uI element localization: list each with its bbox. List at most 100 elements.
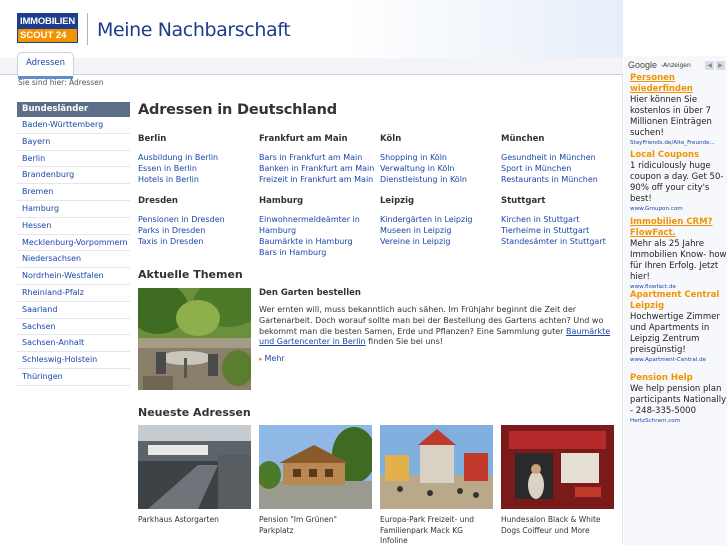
ad-item[interactable]: Personen wiederfinden Hier können Sie ko…	[630, 73, 727, 148]
ad-item[interactable]: Local Coupons 1 ridiculously huge coupon…	[630, 150, 727, 214]
sidebar-item-sachsen[interactable]: Sachsen	[17, 319, 130, 336]
sidebar-item-sachsen-anhalt[interactable]: Sachsen-Anhalt	[17, 335, 130, 353]
city-link[interactable]: Restaurants in München	[501, 174, 621, 185]
sidebar-item-rheinland-pfalz[interactable]: Rheinland-Pfalz	[17, 285, 130, 302]
city-link[interactable]: Tierheime in Stuttgart	[501, 225, 621, 236]
main-column: IMMOBILIEN SCOUT 24 Meine Nachbarschaft …	[0, 0, 623, 545]
sidebar-item-schleswig-holstein[interactable]: Schleswig-Holstein	[17, 352, 130, 369]
ad-text: 1 ridiculously huge coupon a day. Get 50…	[630, 161, 724, 204]
ad-title[interactable]: Apartment Central Leipzig	[630, 290, 727, 312]
header: IMMOBILIEN SCOUT 24 Meine Nachbarschaft	[0, 0, 623, 58]
ad-item[interactable]: Apartment Central Leipzig Hochwertige Zi…	[630, 290, 727, 365]
city-link[interactable]: Verwaltung in Köln	[380, 163, 500, 174]
logo-divider	[87, 13, 88, 45]
ad-header: Google -Anzeigen ◀ ▶	[628, 60, 727, 72]
ad-url[interactable]: HertzSchram.com	[630, 417, 727, 426]
newest-section-title: Neueste Adressen	[138, 406, 251, 419]
city-link[interactable]: Standesämter in Stuttgart	[501, 236, 621, 247]
address-caption[interactable]: Europa-Park Freizeit- und Familienpark M…	[380, 515, 493, 545]
ad-title[interactable]: Pension Help	[630, 373, 727, 384]
city-link[interactable]: Vereine in Leipzig	[380, 236, 500, 247]
city-block-hamburg: Hamburg Einwohnermeldeämter in Hamburg B…	[259, 196, 371, 258]
sidebar-item-bayern[interactable]: Bayern	[17, 134, 130, 151]
city-block-frankfurt: Frankfurt am Main Bars in Frankfurt am M…	[259, 134, 379, 185]
ad-item[interactable]: Immobilien CRM? FlowFact. Mehr als 25 Ja…	[630, 217, 727, 292]
city-block-berlin: Berlin Ausbildung in Berlin Essen in Ber…	[138, 134, 258, 185]
ad-title[interactable]: Local Coupons	[630, 150, 727, 161]
sidebar-item-mecklenburg-vorpommern[interactable]: Mecklenburg-Vorpommern	[17, 235, 130, 252]
ads-prev-button[interactable]: ◀	[705, 61, 714, 70]
city-link[interactable]: Sport in München	[501, 163, 621, 174]
dog-salon-photo[interactable]	[501, 425, 614, 509]
city-link[interactable]: Museen in Leipzig	[380, 225, 500, 236]
city-name: Stuttgart	[501, 196, 546, 206]
city-name: Frankfurt am Main	[259, 134, 348, 144]
city-link[interactable]: Hotels in Berlin	[138, 174, 258, 185]
sidebar-item-saarland[interactable]: Saarland	[17, 302, 130, 319]
pension-photo[interactable]	[259, 425, 372, 509]
city-link[interactable]: Bars in Hamburg	[259, 247, 371, 258]
city-link[interactable]: Ausbildung in Berlin	[138, 152, 258, 163]
city-name: Leipzig	[380, 196, 415, 206]
city-link[interactable]: Banken in Frankfurt am Main	[259, 163, 379, 174]
sidebar-item-bremen[interactable]: Bremen	[17, 184, 130, 201]
address-caption[interactable]: Pension "Im Grünen" Parkplatz	[259, 515, 372, 536]
ad-title[interactable]: Personen wiederfinden	[630, 73, 727, 95]
address-card[interactable]: Parkhaus Astorgarten	[138, 425, 251, 526]
theme-article: Den Garten bestellen Wer ernten will, mu…	[259, 288, 619, 363]
site-title[interactable]: Meine Nachbarschaft	[97, 19, 291, 41]
breadcrumb: Sie sind hier: Adressen	[18, 78, 104, 87]
sidebar-item-brandenburg[interactable]: Brandenburg	[17, 167, 130, 185]
main-content: Adressen in Deutschland Berlin Ausbildun…	[138, 102, 618, 545]
city-link[interactable]: Parks in Dresden	[138, 225, 258, 236]
sidebar-item-hamburg[interactable]: Hamburg	[17, 201, 130, 218]
address-caption[interactable]: Hundesalon Black & White Dogs Coiffeur u…	[501, 515, 614, 536]
ad-url[interactable]: StayFriends.de/Alte_Freunde...	[630, 139, 727, 148]
city-link[interactable]: Gesundheit in München	[501, 152, 621, 163]
ad-column: Google -Anzeigen ◀ ▶ Personen wiederfind…	[624, 56, 727, 545]
logo-line2: SCOUT 24	[18, 29, 77, 42]
sidebar-item-thueringen[interactable]: Thüringen	[17, 369, 130, 386]
city-link[interactable]: Freizeit in Frankfurt am Main	[259, 174, 379, 185]
city-link[interactable]: Dienstleistung in Köln	[380, 174, 500, 185]
ad-item[interactable]: Pension Help We help pension plan partic…	[630, 373, 727, 426]
address-caption[interactable]: Parkhaus Astorgarten	[138, 515, 251, 526]
ads-next-button[interactable]: ▶	[716, 61, 725, 70]
logo-line1: IMMOBILIEN	[20, 16, 75, 27]
themes-section-title: Aktuelle Themen	[138, 268, 243, 281]
ad-url[interactable]: www.Apartment-Central.de	[630, 356, 727, 365]
address-card[interactable]: Pension "Im Grünen" Parkplatz	[259, 425, 372, 536]
ads-label[interactable]: -Anzeigen	[661, 62, 691, 69]
address-card[interactable]: Hundesalon Black & White Dogs Coiffeur u…	[501, 425, 614, 536]
city-link[interactable]: Bars in Frankfurt am Main	[259, 152, 379, 163]
sidebar-item-hessen[interactable]: Hessen	[17, 218, 130, 235]
city-link[interactable]: Shopping in Köln	[380, 152, 500, 163]
theme-text-start: Wer ernten will, muss bekanntlich auch s…	[259, 305, 604, 336]
sidebar-item-nordrhein-westfalen[interactable]: Nordrhein-Westfalen	[17, 268, 130, 285]
theme-text: Wer ernten will, muss bekanntlich auch s…	[259, 305, 619, 348]
city-link[interactable]: Baumärkte in Hamburg	[259, 236, 371, 247]
garden-photo[interactable]	[138, 288, 251, 390]
tab-adressen[interactable]: Adressen	[17, 52, 74, 79]
tab-bar: Adressen	[0, 52, 623, 79]
sidebar-heading: Bundesländer	[17, 102, 130, 117]
more-link[interactable]: ▸ Mehr	[259, 354, 619, 363]
city-link[interactable]: Kindergärten in Leipzig	[380, 214, 500, 225]
immobilienscout24-logo[interactable]: IMMOBILIEN SCOUT 24	[17, 13, 78, 43]
city-link[interactable]: Pensionen in Dresden	[138, 214, 258, 225]
sidebar-item-baden-wuerttemberg[interactable]: Baden-Württemberg	[17, 117, 130, 134]
city-link[interactable]: Einwohnermeldeämter in Hamburg	[259, 214, 371, 236]
city-name: München	[501, 134, 545, 144]
amusement-park-photo[interactable]	[380, 425, 493, 509]
city-link[interactable]: Taxis in Dresden	[138, 236, 258, 247]
city-link[interactable]: Kirchen in Stuttgart	[501, 214, 621, 225]
sidebar-item-niedersachsen[interactable]: Niedersachsen	[17, 251, 130, 269]
sidebar-item-berlin[interactable]: Berlin	[17, 151, 130, 168]
google-logo[interactable]: Google	[628, 60, 657, 70]
parking-garage-photo[interactable]	[138, 425, 251, 509]
address-card[interactable]: Europa-Park Freizeit- und Familienpark M…	[380, 425, 493, 545]
city-link[interactable]: Essen in Berlin	[138, 163, 258, 174]
ad-url[interactable]: www.Groupon.com	[630, 205, 727, 214]
city-block-stuttgart: Stuttgart Kirchen in Stuttgart Tierheime…	[501, 196, 621, 247]
ad-title[interactable]: Immobilien CRM? FlowFact.	[630, 217, 727, 239]
